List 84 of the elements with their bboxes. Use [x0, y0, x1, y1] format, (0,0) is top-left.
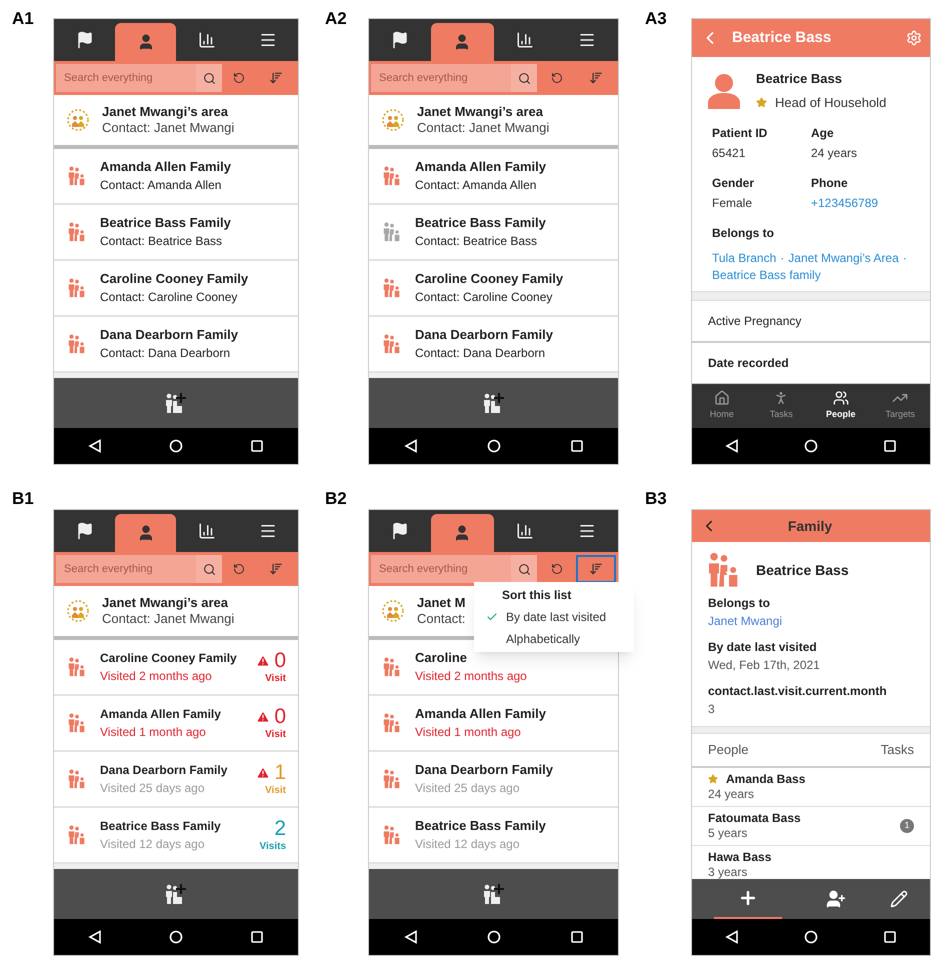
field-value: Female [712, 195, 754, 212]
family-name: Dana Dearborn Family [100, 762, 228, 778]
family-subtitle: Contact: Amanda Allen [100, 178, 222, 194]
header-title: Beatrice Bass [732, 28, 832, 48]
family-subtitle: Contact: Beatrice Bass [415, 234, 538, 250]
family-name: Caroline [415, 650, 468, 666]
area-title: Janet Mwangi’s area [417, 104, 544, 120]
visit-label: Visits [260, 842, 286, 852]
field-value: Wed, Feb 17th, 2021 [708, 657, 821, 674]
belongs-to-label: Belongs to [712, 225, 775, 242]
visit-count: 0 [274, 650, 286, 671]
family-name: Beatrice Bass Family [415, 818, 547, 834]
family-name: Amanda Allen Family [415, 158, 547, 176]
visit-label: Visit [265, 730, 286, 740]
person-name: Hawa Bass [708, 850, 772, 864]
family-subtitle: Contact: Dana Dearborn [415, 346, 546, 362]
family-subtitle: Visited 2 months ago [100, 668, 213, 684]
panel-label: B1 [12, 489, 34, 508]
person-name: Fatoumata Bass [708, 810, 801, 826]
panel-label: A2 [325, 9, 347, 28]
family-subtitle: Contact: Caroline Cooney [100, 290, 238, 306]
profile-name: Beatrice Bass [756, 70, 843, 88]
person-name: Amanda Bass [726, 772, 806, 786]
separator-dot: · [902, 250, 907, 266]
area-contact: Contact: Janet Mwangi [102, 120, 234, 136]
family-name: Dana Dearborn Family [415, 326, 554, 344]
field-label: Gender [712, 175, 756, 192]
family-subtitle: Visited 25 days ago [415, 781, 521, 796]
field-label: Age [811, 125, 835, 142]
visit-count: 2 [274, 818, 286, 839]
panel-label: B2 [325, 489, 347, 508]
family-name: Beatrice Bass [756, 560, 849, 580]
panel-label: B3 [645, 489, 667, 508]
area-title: Janet M [417, 594, 466, 611]
family-subtitle: Contact: Caroline Cooney [415, 290, 554, 306]
field-label: Belongs to [708, 595, 771, 612]
person-age: 3 years [708, 864, 748, 879]
visit-label: Visit [265, 674, 286, 684]
family-name: Beatrice Bass Family [100, 214, 232, 232]
family-subtitle: Visited 2 months ago [415, 669, 528, 684]
area-contact: Contact: Janet Mwangi [417, 120, 550, 136]
family-name: Caroline Cooney Family [100, 270, 250, 288]
person-age: 24 years [708, 786, 756, 802]
header-title: Family [786, 516, 834, 536]
task-count-badge: 1 [900, 818, 914, 832]
field-label: contact.last.visit.current.month [708, 683, 888, 700]
field-label: Phone [811, 175, 849, 192]
family-name: Caroline Cooney Family [415, 270, 564, 288]
family-name: Amanda Allen Family [415, 706, 547, 722]
family-name: Dana Dearborn Family [415, 762, 554, 778]
family-subtitle: Contact: Beatrice Bass [100, 234, 224, 250]
menu-title: Sort this list [501, 587, 572, 604]
family-name: Amanda Allen Family [100, 158, 232, 176]
area-title: Janet Mwangi’s area [102, 104, 229, 120]
field-label: By date last visited [708, 639, 818, 656]
field-value: 3 [708, 701, 716, 718]
profile-role: Head of Household [775, 94, 886, 112]
section-title: Active Pregnancy [708, 314, 802, 328]
family-subtitle: Visited 25 days ago [100, 780, 206, 796]
family-subtitle: Contact: Amanda Allen [415, 178, 538, 194]
family-name: Beatrice Bass Family [415, 214, 547, 232]
area-title: Janet Mwangi’s area [102, 594, 229, 611]
family-subtitle: Visited 12 days ago [100, 836, 206, 852]
family-name: Beatrice Bass Family [100, 818, 222, 834]
family-subtitle: Visited 1 month ago [100, 724, 207, 740]
visit-label: Visit [265, 786, 286, 796]
field-value: 24 years [811, 145, 858, 162]
family-subtitle: Visited 12 days ago [415, 837, 521, 852]
family-name: Caroline Cooney Family [100, 650, 238, 666]
field-label: Patient ID [712, 125, 768, 142]
family-name: Dana Dearborn Family [100, 326, 239, 344]
area-contact: Contact: Janet Mwangi [102, 611, 234, 628]
section-title: Date recorded [708, 356, 789, 370]
person-age: 5 years [708, 826, 748, 840]
visit-count: 0 [274, 706, 286, 727]
panel-label: A3 [645, 9, 667, 28]
family-subtitle: Contact: Dana Dearborn [100, 346, 232, 362]
field-value: 65421 [712, 145, 746, 162]
visit-count: 1 [274, 762, 286, 783]
family-subtitle: Visited 1 month ago [415, 725, 522, 740]
area-contact: Contact: [417, 611, 466, 628]
separator-dot: · [780, 250, 784, 266]
family-name: Amanda Allen Family [100, 706, 222, 722]
panel-label: A1 [12, 9, 34, 28]
